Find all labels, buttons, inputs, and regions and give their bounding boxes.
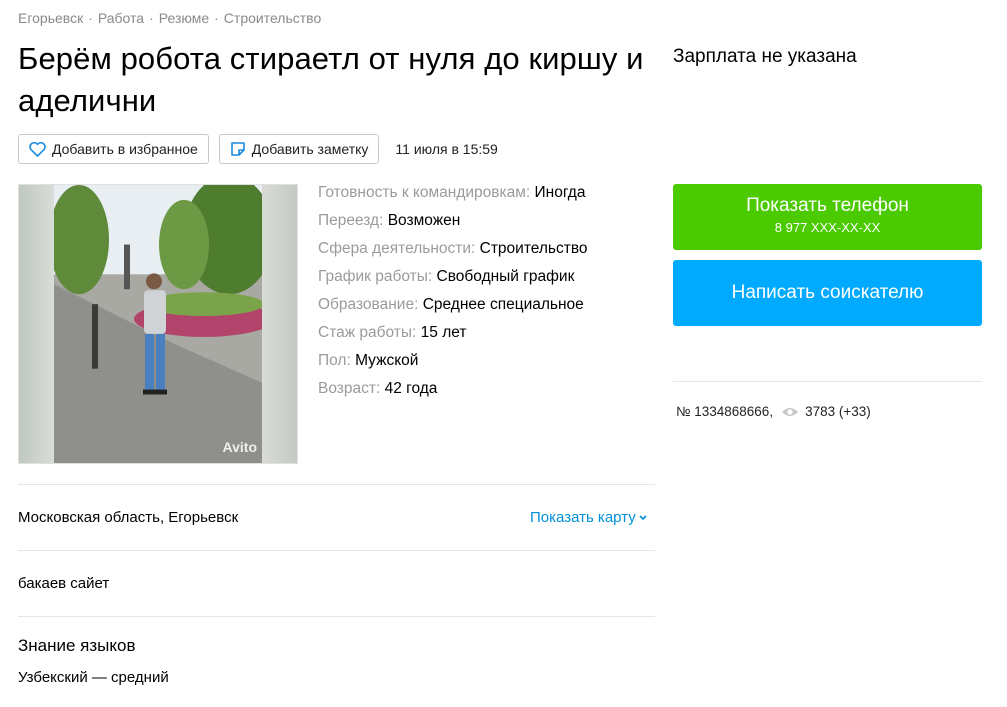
breadcrumb-item-work[interactable]: Работа	[98, 10, 144, 26]
param-education: Образование: Среднее специальное	[318, 296, 588, 324]
param-label: График работы:	[318, 268, 433, 285]
param-value: Строительство	[479, 240, 588, 257]
param-industry: Сфера деятельности: Строительство	[318, 240, 588, 268]
action-bar: Добавить в избранное Добавить заметку 11…	[18, 134, 498, 164]
breadcrumb: Егорьевск · Работа · Резюме · Строительство	[18, 10, 321, 26]
divider	[18, 616, 655, 617]
breadcrumb-item-resume[interactable]: Резюме	[159, 10, 209, 26]
param-label: Готовность к командировкам:	[318, 184, 531, 201]
param-label: Возраст:	[318, 380, 381, 397]
languages-heading: Знание языков	[18, 636, 136, 655]
param-value: Мужской	[355, 352, 419, 369]
param-schedule: График работы: Свободный график	[318, 268, 588, 296]
note-icon	[230, 142, 245, 156]
breadcrumb-item-city[interactable]: Егорьевск	[18, 10, 83, 26]
param-experience: Стаж работы: 15 лет	[318, 324, 588, 352]
divider	[673, 381, 982, 382]
param-label: Образование:	[318, 296, 419, 313]
param-label: Переезд:	[318, 212, 384, 229]
person-photo-image	[54, 185, 264, 463]
param-value: Возможен	[387, 212, 461, 229]
divider	[18, 550, 655, 551]
favorite-label: Добавить в избранное	[52, 141, 198, 157]
param-label: Стаж работы:	[318, 324, 417, 341]
avito-watermark: Avito	[222, 439, 257, 455]
resume-photo[interactable]: Avito	[18, 184, 298, 464]
heart-icon	[29, 141, 46, 157]
show-phone-button[interactable]: Показать телефон 8 977 XXX-XX-XX	[673, 184, 982, 250]
location-address: Московская область, Егорьевск	[18, 509, 239, 526]
divider	[18, 484, 655, 485]
eye-icon	[782, 407, 799, 416]
param-value: Свободный график	[436, 268, 575, 285]
param-label: Пол:	[318, 352, 351, 369]
param-gender: Пол: Мужской	[318, 352, 588, 380]
masked-phone: 8 977 XXX-XX-XX	[774, 220, 881, 235]
photo-blur-left	[19, 185, 54, 463]
param-value: 42 года	[384, 380, 438, 397]
languages-value: Узбекский — средний	[18, 669, 169, 686]
param-label: Сфера деятельности:	[318, 240, 476, 257]
listing-meta: № 1334868666, 3783 (+33)	[676, 404, 871, 419]
page-title: Берём робота стираетл от нуля до киршу и…	[18, 41, 644, 118]
view-count: 3783 (+33)	[805, 404, 871, 419]
posted-date: 11 июля в 15:59	[395, 141, 498, 157]
breadcrumb-separator: ·	[149, 10, 154, 26]
param-business-trips: Готовность к командировкам: Иногда	[318, 184, 588, 212]
param-value: Среднее специальное	[422, 296, 584, 313]
param-value: Иногда	[534, 184, 586, 201]
chevron-down-icon	[639, 515, 647, 521]
item-number: № 1334868666,	[676, 404, 774, 419]
param-age: Возраст: 42 года	[318, 380, 588, 408]
show-map-link[interactable]: Показать карту	[530, 509, 648, 526]
resume-description: бакаев сайет	[18, 575, 110, 592]
show-map-label: Показать карту	[530, 509, 636, 526]
breadcrumb-separator: ·	[214, 10, 219, 26]
message-applicant-button[interactable]: Написать соискателю	[673, 260, 982, 326]
breadcrumb-separator: ·	[88, 10, 93, 26]
param-relocation: Переезд: Возможен	[318, 212, 588, 240]
breadcrumb-item-category[interactable]: Строительство	[224, 10, 321, 26]
param-value: 15 лет	[420, 324, 467, 341]
resume-params: Готовность к командировкам: Иногда Перее…	[318, 184, 588, 408]
add-note-button[interactable]: Добавить заметку	[218, 134, 380, 164]
photo-blur-right	[262, 185, 297, 463]
show-phone-label: Показать телефон	[746, 195, 909, 216]
add-to-favorites-button[interactable]: Добавить в избранное	[18, 134, 209, 164]
salary: Зарплата не указана	[673, 46, 857, 67]
note-label: Добавить заметку	[251, 141, 369, 157]
